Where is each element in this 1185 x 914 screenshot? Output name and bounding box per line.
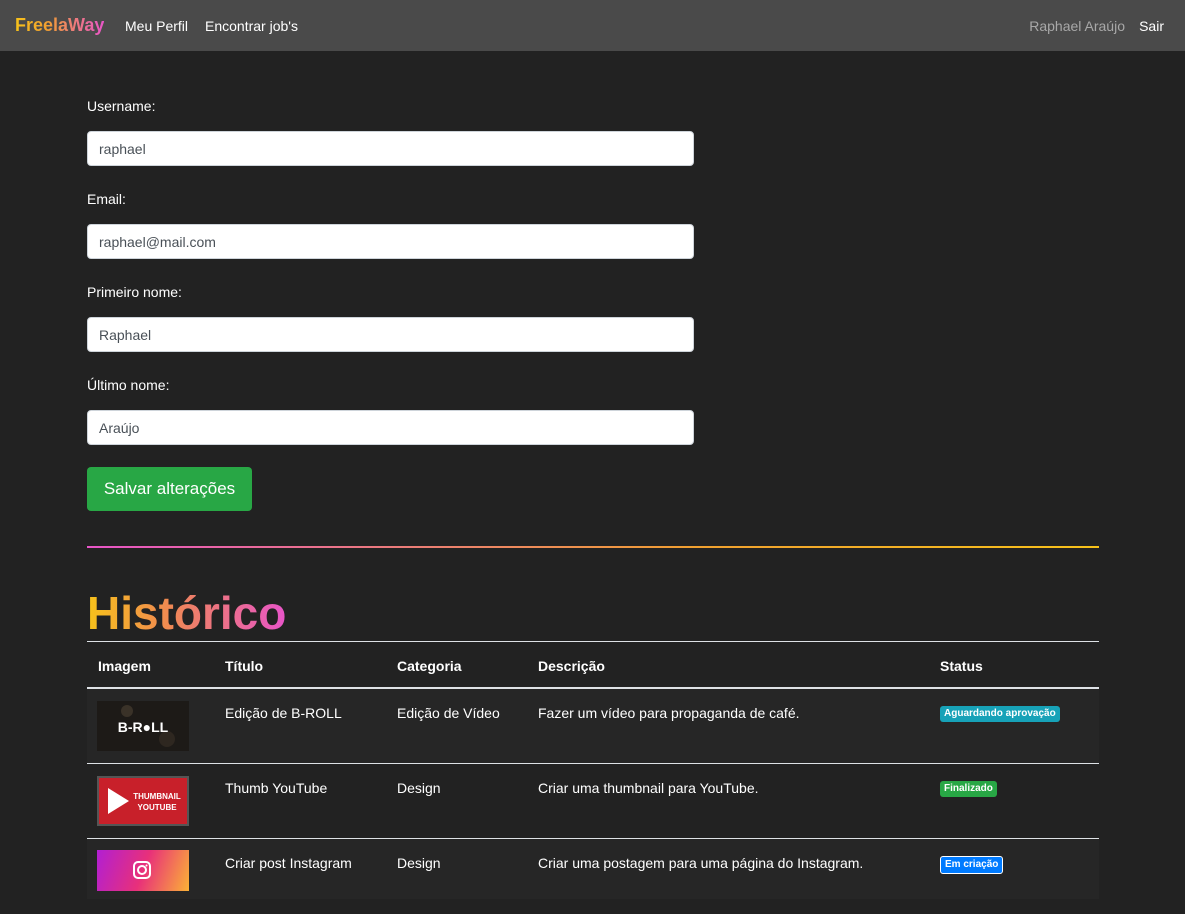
status-badge: Em criação	[940, 856, 1004, 874]
job-thumbnail-broll: B-R●LL	[97, 701, 189, 751]
first-name-input[interactable]	[87, 317, 694, 352]
job-category: Edição de Vídeo	[397, 705, 500, 721]
history-table: Imagem Título Categoria Descrição Status…	[87, 641, 1099, 899]
youtube-thumbnail-text-2: YOUTUBE	[137, 803, 177, 812]
youtube-thumbnail-image: THUMBNAIL YOUTUBE	[99, 778, 187, 824]
job-title: Criar post Instagram	[225, 855, 352, 871]
job-description: Criar uma thumbnail para YouTube.	[538, 780, 759, 796]
job-description: Criar uma postagem para uma página do In…	[538, 855, 864, 871]
job-category: Design	[397, 780, 441, 796]
table-row[interactable]: B-R●LL Edição de B-ROLL Edição de Vídeo …	[87, 689, 1099, 764]
column-header-image: Imagem	[98, 658, 151, 674]
brand-logo[interactable]: FreelaWay	[15, 15, 104, 36]
nav-link-encontrar-jobs[interactable]: Encontrar job's	[205, 18, 298, 34]
last-name-label: Último nome:	[87, 377, 170, 393]
email-label: Email:	[87, 191, 126, 207]
nav-user-name[interactable]: Raphael Araújo	[1029, 18, 1125, 34]
top-navbar: FreelaWay Meu Perfil Encontrar job's Rap…	[0, 0, 1185, 51]
broll-thumbnail-image: B-R●LL	[97, 701, 189, 751]
broll-thumbnail-text: B-R●LL	[118, 719, 169, 735]
job-title: Thumb YouTube	[225, 780, 328, 796]
job-description: Fazer um vídeo para propaganda de café.	[538, 705, 800, 721]
history-title: Histórico	[87, 587, 287, 639]
column-header-title: Título	[225, 658, 264, 674]
first-name-label: Primeiro nome:	[87, 284, 182, 300]
table-row[interactable]: THUMBNAIL YOUTUBE Thumb YouTube Design C…	[87, 764, 1099, 839]
column-header-status: Status	[940, 658, 983, 674]
last-name-input[interactable]	[87, 410, 694, 445]
username-input[interactable]	[87, 131, 694, 166]
job-thumbnail-instagram	[97, 850, 189, 891]
logout-link[interactable]: Sair	[1139, 18, 1164, 34]
username-label: Username:	[87, 98, 156, 114]
gradient-divider	[87, 546, 1099, 548]
status-badge: Finalizado	[940, 781, 997, 797]
job-category: Design	[397, 855, 441, 871]
instagram-icon	[133, 861, 151, 879]
nav-link-meu-perfil[interactable]: Meu Perfil	[125, 18, 188, 34]
column-header-description: Descrição	[538, 658, 605, 674]
status-badge: Aguardando aprovação	[940, 706, 1060, 722]
table-row[interactable]: Criar post Instagram Design Criar uma po…	[87, 839, 1099, 899]
save-changes-button[interactable]: Salvar alterações	[87, 467, 252, 511]
email-input[interactable]	[87, 224, 694, 259]
job-title: Edição de B-ROLL	[225, 705, 342, 721]
table-header: Imagem Título Categoria Descrição Status	[87, 642, 1099, 689]
job-thumbnail-youtube: THUMBNAIL YOUTUBE	[97, 776, 189, 826]
youtube-thumbnail-text-1: THUMBNAIL	[133, 792, 181, 801]
column-header-category: Categoria	[397, 658, 462, 674]
